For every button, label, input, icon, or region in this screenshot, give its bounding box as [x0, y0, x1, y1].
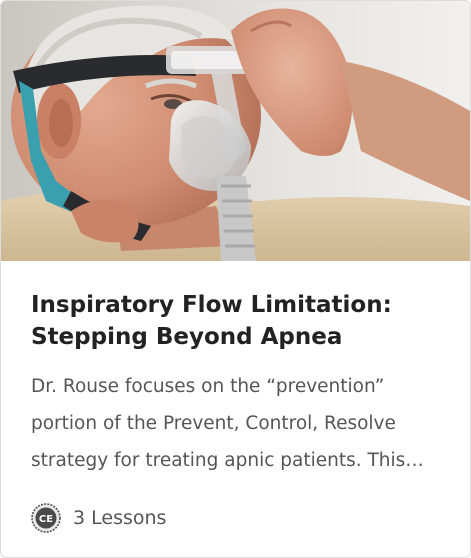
- course-meta: CE 3 Lessons: [31, 503, 166, 533]
- course-thumbnail[interactable]: [1, 1, 470, 261]
- ce-badge-text: CE: [39, 514, 53, 525]
- ce-credit-icon: CE: [31, 503, 61, 533]
- course-card[interactable]: Inspiratory Flow Limitation: Stepping Be…: [0, 0, 471, 558]
- cpap-mask-photo: [1, 1, 470, 261]
- lessons-count: 3 Lessons: [73, 507, 167, 529]
- course-title[interactable]: Inspiratory Flow Limitation: Stepping Be…: [31, 289, 431, 353]
- course-description: Dr. Rouse focuses on the “prevention” po…: [31, 376, 424, 471]
